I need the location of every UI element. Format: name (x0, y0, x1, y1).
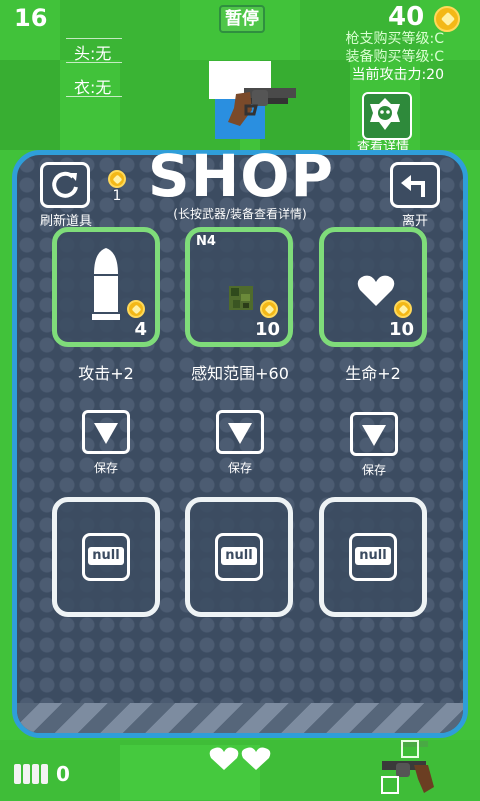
item-tag: N4 (196, 234, 216, 249)
save-button-1[interactable] (82, 410, 130, 454)
storage-slot-3[interactable]: null (319, 497, 427, 617)
down-arrow-icon (228, 423, 252, 444)
shop-item-slot-1[interactable]: 4 (52, 227, 160, 347)
refresh-coin-icon (108, 170, 126, 188)
shop-item-slot-3[interactable]: 10 (319, 227, 427, 347)
empty-slot-icon: null (215, 533, 263, 581)
shop-item-slot-2[interactable]: N4 10 (185, 227, 293, 347)
refresh-button[interactable] (40, 162, 90, 208)
revolver-icon (222, 80, 298, 130)
back-arrow-icon (401, 175, 425, 197)
weapon-switch-button[interactable] (378, 735, 448, 797)
item-price: 10 (254, 319, 280, 340)
price-coin-icon (394, 300, 412, 318)
item-price: 10 (388, 319, 414, 340)
save-label-2: 保存 (227, 461, 252, 475)
lives-hearts (208, 746, 272, 776)
save-label-3: 保存 (361, 463, 386, 477)
purchase-stats: 枪支购买等级:C 装备购买等级:C 当前攻击力:20 (346, 30, 445, 84)
save-button-2[interactable] (216, 410, 264, 454)
item-name-3: 生命+2 (345, 364, 401, 383)
ammo-icon (12, 758, 52, 790)
skull-badge-icon (370, 98, 400, 130)
equip-purchase-level: 装备购买等级:C (345, 49, 445, 65)
empty-slot-icon: null (82, 533, 130, 581)
ammo-counter: 0 (56, 762, 70, 786)
item-price: 4 (134, 319, 147, 340)
score-counter: 16 (14, 4, 48, 32)
shop-title: SHOP (147, 142, 335, 210)
item-name-1: 攻击+2 (78, 364, 134, 383)
body-gear-label: 衣:无 (66, 74, 122, 98)
attack-power: 当前攻击力:20 (351, 67, 444, 83)
head-gear-label: 头:无 (66, 38, 122, 64)
pause-button[interactable]: 暂停 (219, 5, 265, 33)
down-arrow-icon (94, 423, 118, 444)
item-name-2: 感知范围+60 (191, 364, 289, 383)
refresh-icon (52, 171, 78, 198)
storage-slot-2[interactable]: null (185, 497, 293, 617)
storage-slot-1[interactable]: null (52, 497, 160, 617)
empty-slot-icon: null (349, 533, 397, 581)
coin-icon (434, 6, 460, 32)
view-details-button[interactable] (362, 92, 412, 140)
leave-button[interactable] (390, 162, 440, 208)
hazard-stripe (17, 703, 463, 733)
shop-subtitle: (长按武器/装备查看详情) (173, 207, 307, 221)
price-coin-icon (260, 300, 278, 318)
camouflage-chip-icon (229, 286, 253, 310)
coin-counter: 40 (388, 2, 425, 32)
bullet-icon (92, 248, 120, 320)
gun-purchase-level: 枪支购买等级:C (345, 31, 445, 47)
heart-icon (209, 747, 271, 770)
save-label-1: 保存 (93, 461, 118, 475)
save-button-3[interactable] (350, 412, 398, 456)
price-coin-icon (127, 300, 145, 318)
down-arrow-icon (362, 425, 386, 446)
revolver-icon (381, 740, 434, 794)
heart-icon (357, 275, 395, 306)
refresh-cost: 1 (112, 188, 122, 204)
